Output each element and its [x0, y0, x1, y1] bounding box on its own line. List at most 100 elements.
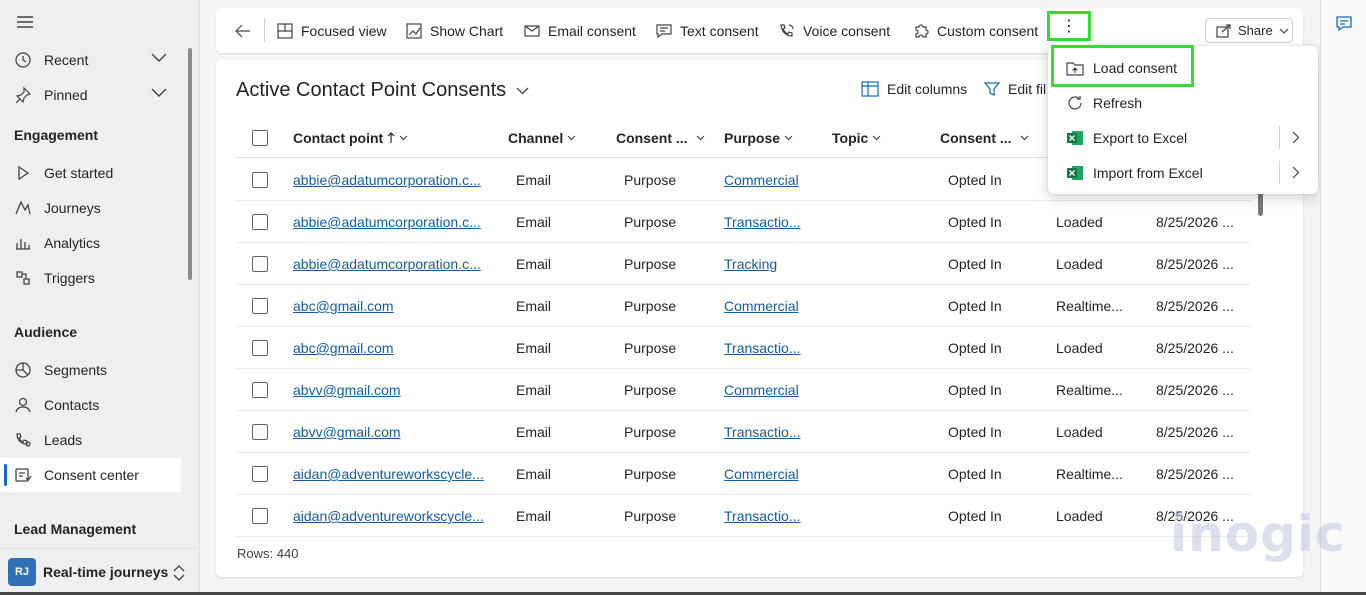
- purpose-link[interactable]: Transactio...: [724, 495, 824, 537]
- table-row[interactable]: abbie@adatumcorporation.c... Email Purpose…: [236, 201, 1251, 243]
- sidebar-item-recent[interactable]: Recent: [0, 43, 181, 77]
- import-from-excel-menu-item[interactable]: Import from Excel: [1052, 155, 1314, 190]
- sidebar-scrollbar[interactable]: [188, 48, 192, 280]
- folder-upload-icon: [1066, 59, 1084, 77]
- row-checkbox[interactable]: [252, 172, 268, 188]
- journey-icon: [14, 199, 32, 217]
- purpose-link[interactable]: Tracking: [724, 243, 824, 285]
- row-checkbox[interactable]: [252, 298, 268, 314]
- consent-status-cell: Opted In: [948, 172, 1002, 188]
- column-header-topic[interactable]: Topic: [832, 118, 881, 158]
- purpose-link[interactable]: Commercial: [724, 369, 824, 411]
- table-row[interactable]: abbie@adatumcorporation.c... Email Purpose…: [236, 243, 1251, 285]
- refresh-menu-item[interactable]: Refresh: [1052, 85, 1314, 120]
- consent-type-cell: Purpose: [624, 214, 677, 230]
- edit-columns-button[interactable]: Edit columns: [861, 78, 967, 100]
- back-arrow-icon[interactable]: [233, 21, 253, 41]
- edit-filters-button[interactable]: Edit fil: [984, 78, 1046, 100]
- source-cell: Realtime...: [1056, 382, 1123, 398]
- purpose-link[interactable]: Transactio...: [724, 201, 824, 243]
- share-button[interactable]: Share: [1205, 18, 1293, 43]
- more-commands-button[interactable]: ⋮: [1047, 11, 1091, 41]
- contact-point-link[interactable]: abbie@adatumcorporation.c...: [293, 243, 493, 285]
- row-checkbox[interactable]: [252, 382, 268, 398]
- sidebar-item-leads[interactable]: Leads: [0, 423, 181, 457]
- chevron-down-icon[interactable]: [151, 88, 167, 98]
- column-header-contact-point[interactable]: Contact point: [293, 118, 408, 158]
- copilot-chat-icon[interactable]: [1335, 15, 1353, 33]
- sidebar-item-triggers[interactable]: Triggers: [0, 261, 181, 295]
- chevron-down-icon: [567, 135, 576, 141]
- show-chart-button[interactable]: Show Chart: [405, 8, 503, 53]
- consent-status-cell: Opted In: [948, 466, 1002, 482]
- table-row[interactable]: abc@gmail.com Email Purpose Transactio... Op…: [236, 327, 1251, 369]
- sidebar-item-journeys[interactable]: Journeys: [0, 191, 181, 225]
- play-icon: [14, 164, 32, 182]
- row-checkbox[interactable]: [252, 214, 268, 230]
- contact-point-link[interactable]: abc@gmail.com: [293, 285, 493, 327]
- hamburger-menu-icon[interactable]: [16, 14, 34, 30]
- consent-type-cell: Purpose: [624, 508, 677, 524]
- sidebar-item-contacts[interactable]: Contacts: [0, 388, 181, 422]
- column-header-channel[interactable]: Channel: [508, 118, 576, 158]
- table-row[interactable]: abvv@gmail.com Email Purpose Commercial Opte…: [236, 369, 1251, 411]
- purpose-link[interactable]: Commercial: [724, 285, 824, 327]
- sidebar-item-label: Segments: [44, 362, 108, 378]
- table-row[interactable]: abvv@gmail.com Email Purpose Transactio... O…: [236, 411, 1251, 453]
- excel-icon: [1066, 129, 1084, 147]
- text-consent-button[interactable]: Text consent: [655, 8, 759, 53]
- table-row[interactable]: abc@gmail.com Email Purpose Commercial Opted…: [236, 285, 1251, 327]
- chevron-down-icon[interactable]: [151, 53, 167, 63]
- sidebar-item-analytics[interactable]: Analytics: [0, 226, 181, 260]
- consent-icon: [14, 466, 32, 484]
- custom-consent-button[interactable]: Custom consent: [912, 8, 1038, 53]
- export-to-excel-menu-item[interactable]: Export to Excel: [1052, 120, 1314, 155]
- rows-count: Rows: 440: [237, 546, 299, 561]
- consent-type-cell: Purpose: [624, 466, 677, 482]
- sidebar-item-label: Leads: [44, 432, 83, 448]
- contact-point-link[interactable]: abvv@gmail.com: [293, 369, 493, 411]
- contact-point-link[interactable]: aidan@adventureworkscycle...: [293, 495, 493, 537]
- date-cell: 8/25/2026 ...: [1156, 340, 1234, 356]
- row-checkbox[interactable]: [252, 466, 268, 482]
- focused-view-button[interactable]: Focused view: [276, 8, 387, 53]
- select-all-checkbox[interactable]: [252, 130, 268, 146]
- excel-icon: [1066, 164, 1084, 182]
- row-checkbox[interactable]: [252, 508, 268, 524]
- row-checkbox[interactable]: [252, 256, 268, 272]
- table-row[interactable]: aidan@adventureworkscycle... Email Purpose…: [236, 495, 1251, 537]
- chart-icon: [405, 22, 423, 40]
- sidebar-item-get-started[interactable]: Get started: [0, 156, 181, 190]
- row-checkbox[interactable]: [252, 424, 268, 440]
- contact-point-link[interactable]: aidan@adventureworkscycle...: [293, 453, 493, 495]
- contact-point-link[interactable]: abbie@adatumcorporation.c...: [293, 159, 493, 201]
- purpose-link[interactable]: Commercial: [724, 159, 824, 201]
- area-switcher[interactable]: RJ Real-time journeys: [0, 548, 199, 595]
- sidebar-item-pinned[interactable]: Pinned: [0, 78, 181, 112]
- purpose-link[interactable]: Commercial: [724, 453, 824, 495]
- contact-point-link[interactable]: abc@gmail.com: [293, 327, 493, 369]
- chevron-right-icon[interactable]: [1292, 166, 1300, 179]
- load-consent-menu-item[interactable]: Load consent: [1052, 50, 1314, 85]
- email-consent-button[interactable]: Email consent: [523, 8, 636, 53]
- contact-point-link[interactable]: abvv@gmail.com: [293, 411, 493, 453]
- column-header-consent-type[interactable]: Consent ...: [616, 118, 705, 158]
- column-header-consent-status[interactable]: Consent ...: [940, 118, 1029, 158]
- sidebar-item-label: Get started: [44, 165, 114, 181]
- table-row[interactable]: aidan@adventureworkscycle... Email Purpose…: [236, 453, 1251, 495]
- segments-icon: [14, 361, 32, 379]
- chevron-right-icon[interactable]: [1292, 131, 1300, 144]
- column-header-purpose[interactable]: Purpose: [724, 118, 793, 158]
- chevron-down-icon: [784, 135, 793, 141]
- contact-point-link[interactable]: abbie@adatumcorporation.c...: [293, 201, 493, 243]
- consent-type-cell: Purpose: [624, 172, 677, 188]
- row-checkbox[interactable]: [252, 340, 268, 356]
- sidebar-item-consent-center[interactable]: Consent center: [0, 458, 181, 492]
- consent-type-cell: Purpose: [624, 382, 677, 398]
- voice-consent-button[interactable]: Voice consent: [778, 8, 890, 53]
- sidebar-item-segments[interactable]: Segments: [0, 353, 181, 387]
- purpose-link[interactable]: Transactio...: [724, 411, 824, 453]
- view-selector[interactable]: Active Contact Point Consents: [236, 79, 529, 102]
- purpose-link[interactable]: Transactio...: [724, 327, 824, 369]
- date-cell: 8/25/2026 ...: [1156, 256, 1234, 272]
